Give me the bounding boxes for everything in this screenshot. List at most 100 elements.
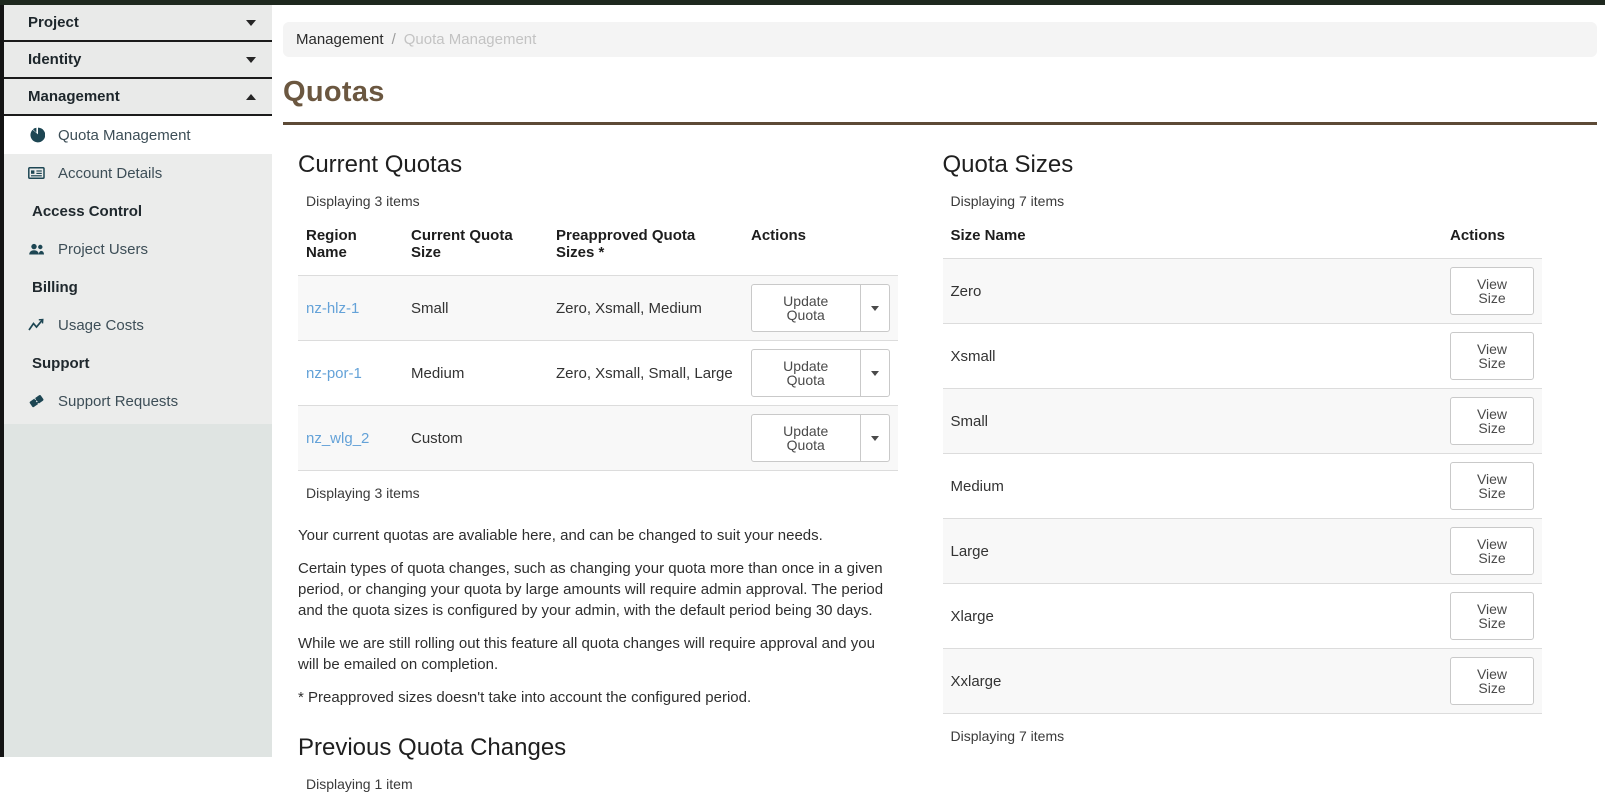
- id-card-icon: [28, 165, 45, 181]
- previous-quota-changes-count: Displaying 1 item: [306, 776, 413, 792]
- caret-down-icon: [870, 435, 879, 441]
- view-size-button[interactable]: View Size: [1450, 397, 1534, 445]
- accordion-label: Project: [28, 14, 79, 31]
- size-name-cell: Medium: [942, 453, 1442, 519]
- update-quota-dropdown-toggle[interactable]: [859, 284, 890, 332]
- table-header-row: Size Name Actions: [943, 221, 1543, 259]
- sidebar: Project Identity Management Quota Manage…: [0, 5, 272, 757]
- table-row: Zero View Size: [942, 258, 1542, 324]
- view-size-button[interactable]: View Size: [1450, 657, 1534, 705]
- table-row: nz-hlz-1 Small Zero, Xsmall, Medium Upda…: [298, 275, 898, 341]
- view-size-button[interactable]: View Size: [1450, 527, 1534, 575]
- note-paragraph: Certain types of quota changes, such as …: [298, 560, 884, 619]
- previous-quota-changes-heading: Previous Quota Changes: [298, 734, 567, 761]
- update-quota-button[interactable]: Update Quota: [751, 349, 861, 397]
- breadcrumb: Management / Quota Management: [283, 22, 1597, 57]
- quota-size-cell: Medium: [403, 340, 548, 406]
- preapproved-sizes-cell: [548, 405, 743, 471]
- region-link[interactable]: nz-por-1: [306, 365, 362, 382]
- current-quotas-count-top: Displaying 3 items: [306, 193, 420, 209]
- sidebar-item-label: Account Details: [58, 164, 163, 182]
- accordion-label: Identity: [28, 51, 82, 68]
- sidebar-item-account-details[interactable]: Account Details: [4, 154, 272, 192]
- update-quota-dropdown-toggle[interactable]: [859, 349, 890, 397]
- quota-notes: Your current quotas are avaliable here, …: [298, 525, 898, 708]
- table-row: nz-por-1 Medium Zero, Xsmall, Small, Lar…: [298, 340, 898, 406]
- size-name-cell: Xsmall: [942, 323, 1442, 389]
- update-quota-button[interactable]: Update Quota: [751, 284, 861, 332]
- region-link[interactable]: nz-hlz-1: [306, 300, 359, 317]
- breadcrumb-separator: /: [391, 31, 396, 48]
- breadcrumb-management-link[interactable]: Management: [296, 31, 384, 48]
- pie-chart-icon: [28, 127, 45, 143]
- table-row: Small View Size: [942, 388, 1542, 454]
- sidebar-accordion-identity[interactable]: Identity: [4, 42, 272, 79]
- accordion-label: Management: [28, 88, 120, 105]
- size-name-cell: Xlarge: [942, 583, 1442, 649]
- column-header-preapproved-quota-sizes: Preapproved Quota Sizes *: [556, 227, 696, 261]
- sidebar-item-usage-costs[interactable]: Usage Costs: [4, 306, 272, 344]
- view-size-button[interactable]: View Size: [1450, 267, 1534, 315]
- view-size-button[interactable]: View Size: [1450, 332, 1534, 380]
- quota-sizes-count-top: Displaying 7 items: [950, 193, 1065, 209]
- size-name-cell: Xxlarge: [942, 648, 1442, 714]
- preapproved-sizes-cell: Zero, Xsmall, Small, Large: [548, 340, 743, 406]
- table-row: Large View Size: [942, 518, 1542, 584]
- sidebar-section-support: Support: [32, 354, 90, 372]
- sidebar-item-quota-management[interactable]: Quota Management: [4, 116, 272, 154]
- current-quotas-count-bottom: Displaying 3 items: [306, 485, 420, 501]
- sidebar-lower-fill: [4, 424, 272, 757]
- ticket-icon: [28, 393, 45, 409]
- sidebar-item-label: Project Users: [58, 240, 149, 258]
- sidebar-accordion-management[interactable]: Management: [4, 79, 272, 116]
- sidebar-accordion-project[interactable]: Project: [4, 5, 272, 42]
- chevron-up-icon: [246, 93, 256, 100]
- quota-size-cell: Small: [403, 275, 548, 341]
- sidebar-item-label: Support Requests: [58, 392, 179, 410]
- table-row: Xxlarge View Size: [942, 648, 1542, 714]
- region-link[interactable]: nz_wlg_2: [306, 430, 369, 447]
- quota-sizes-count-bottom: Displaying 7 items: [950, 728, 1065, 744]
- quota-size-cell: Custom: [403, 405, 548, 471]
- users-icon: [28, 242, 45, 257]
- column-header-actions: Actions: [751, 227, 807, 244]
- current-quotas-heading: Current Quotas: [298, 151, 463, 178]
- current-quotas-section: Current Quotas Displaying 3 items Region…: [283, 125, 933, 804]
- view-size-button[interactable]: View Size: [1450, 592, 1534, 640]
- sidebar-item-project-users[interactable]: Project Users: [4, 230, 272, 268]
- current-quotas-table: Region Name Current Quota Size Preapprov…: [298, 221, 898, 471]
- quota-sizes-section: Quota Sizes Displaying 7 items Size Name…: [933, 125, 1598, 804]
- update-quota-button[interactable]: Update Quota: [751, 414, 861, 462]
- column-header-current-quota-size: Current Quota Size: [411, 227, 513, 261]
- top-accent-bar: [0, 0, 1605, 5]
- note-paragraph: * Preapproved sizes doesn't take into ac…: [298, 689, 752, 706]
- table-row: Xlarge View Size: [942, 583, 1542, 649]
- sidebar-menu: Quota Management Account Details Access …: [4, 116, 272, 424]
- quota-sizes-table: Size Name Actions Zero View Size Xsmall …: [942, 221, 1543, 714]
- main-content: Management / Quota Management Quotas Cur…: [272, 5, 1605, 792]
- sidebar-item-label: Usage Costs: [58, 316, 144, 334]
- chevron-down-icon: [246, 19, 256, 26]
- chevron-down-icon: [246, 56, 256, 63]
- table-row: nz_wlg_2 Custom Update Quota: [298, 405, 898, 471]
- note-paragraph: Your current quotas are avaliable here, …: [298, 527, 823, 544]
- table-header-row: Region Name Current Quota Size Preapprov…: [298, 221, 898, 276]
- page-title: Quotas: [283, 76, 385, 108]
- sidebar-item-label: Quota Management: [58, 126, 191, 144]
- table-row: Medium View Size: [942, 453, 1542, 519]
- sidebar-section-billing: Billing: [32, 278, 78, 296]
- caret-down-icon: [870, 305, 879, 311]
- size-name-cell: Large: [942, 518, 1442, 584]
- update-quota-dropdown-toggle[interactable]: [859, 414, 890, 462]
- column-header-actions: Actions: [1450, 227, 1506, 244]
- size-name-cell: Small: [942, 388, 1442, 454]
- size-name-cell: Zero: [942, 258, 1442, 324]
- preapproved-sizes-cell: Zero, Xsmall, Medium: [548, 275, 743, 341]
- sidebar-item-support-requests[interactable]: Support Requests: [4, 382, 272, 420]
- caret-down-icon: [870, 370, 879, 376]
- line-chart-icon: [28, 318, 45, 332]
- view-size-button[interactable]: View Size: [1450, 462, 1534, 510]
- column-header-size-name: Size Name: [950, 227, 1026, 244]
- note-paragraph: While we are still rolling out this feat…: [298, 635, 875, 673]
- table-row: Xsmall View Size: [942, 323, 1542, 389]
